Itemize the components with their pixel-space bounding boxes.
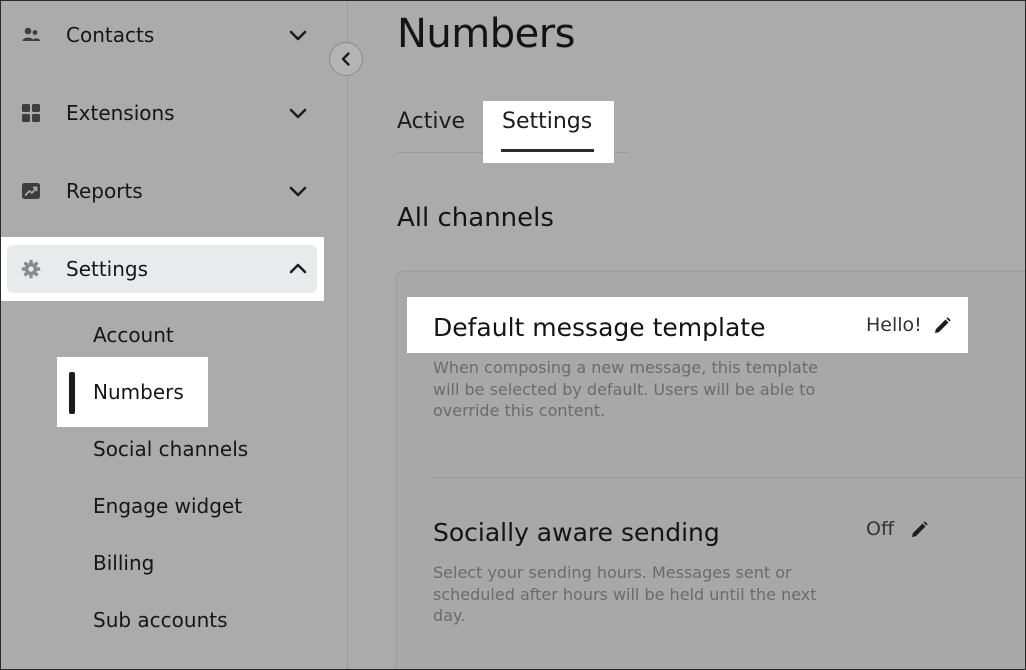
sidebar-subitem-billing[interactable]: Billing (93, 551, 154, 575)
sidebar-subitem-sub-accounts[interactable]: Sub accounts (93, 608, 228, 632)
setting-description-socially-aware: Select your sending hours. Messages sent… (433, 563, 817, 625)
sidebar-subitem-account[interactable]: Account (93, 323, 174, 347)
sidebar-item-extensions[interactable]: Extensions (1, 85, 347, 141)
chevron-down-icon (288, 103, 308, 123)
tab-settings[interactable]: Settings (502, 109, 592, 134)
sidebar-item-label: Contacts (66, 23, 155, 47)
chevron-down-icon (288, 25, 308, 45)
setting-value-socially-aware: Off (866, 518, 895, 540)
sidebar: Contacts Extensions Reports Settings Acc… (1, 1, 348, 669)
sidebar-item-contacts[interactable]: Contacts (1, 7, 347, 63)
edit-icon[interactable] (932, 316, 952, 336)
sidebar-subitem-social-channels[interactable]: Social channels (93, 437, 248, 461)
setting-divider (433, 477, 1025, 478)
page-title: Numbers (397, 11, 576, 57)
contacts-icon (21, 25, 41, 45)
sidebar-subitem-engage-widget[interactable]: Engage widget (93, 494, 242, 518)
chevron-down-icon (288, 181, 308, 201)
app-window: Contacts Extensions Reports Settings Acc… (0, 0, 1026, 670)
tab-active[interactable]: Active (397, 109, 465, 134)
collapse-sidebar-button[interactable] (329, 42, 363, 76)
setting-title-default-template: Default message template (433, 313, 766, 342)
extensions-icon (21, 103, 41, 123)
reports-icon (21, 181, 41, 201)
chevron-left-icon (341, 52, 350, 66)
edit-icon[interactable] (909, 520, 929, 540)
sidebar-item-label: Settings (66, 257, 149, 281)
setting-value-default-template: Hello! (866, 314, 922, 336)
sidebar-item-label: Reports (66, 179, 143, 203)
sidebar-item-label: Extensions (66, 101, 175, 125)
tab-selected-underline (501, 149, 594, 152)
chevron-up-icon (288, 259, 308, 279)
sidebar-item-reports[interactable]: Reports (1, 163, 347, 219)
setting-title-socially-aware: Socially aware sending (433, 518, 720, 547)
section-title: All channels (397, 203, 554, 233)
sidebar-item-settings[interactable]: Settings (1, 241, 347, 297)
selected-indicator (69, 372, 75, 414)
gear-icon (21, 259, 41, 279)
sidebar-subitem-numbers[interactable]: Numbers (93, 380, 184, 404)
setting-description-default-template: When composing a new message, this templ… (433, 358, 818, 420)
